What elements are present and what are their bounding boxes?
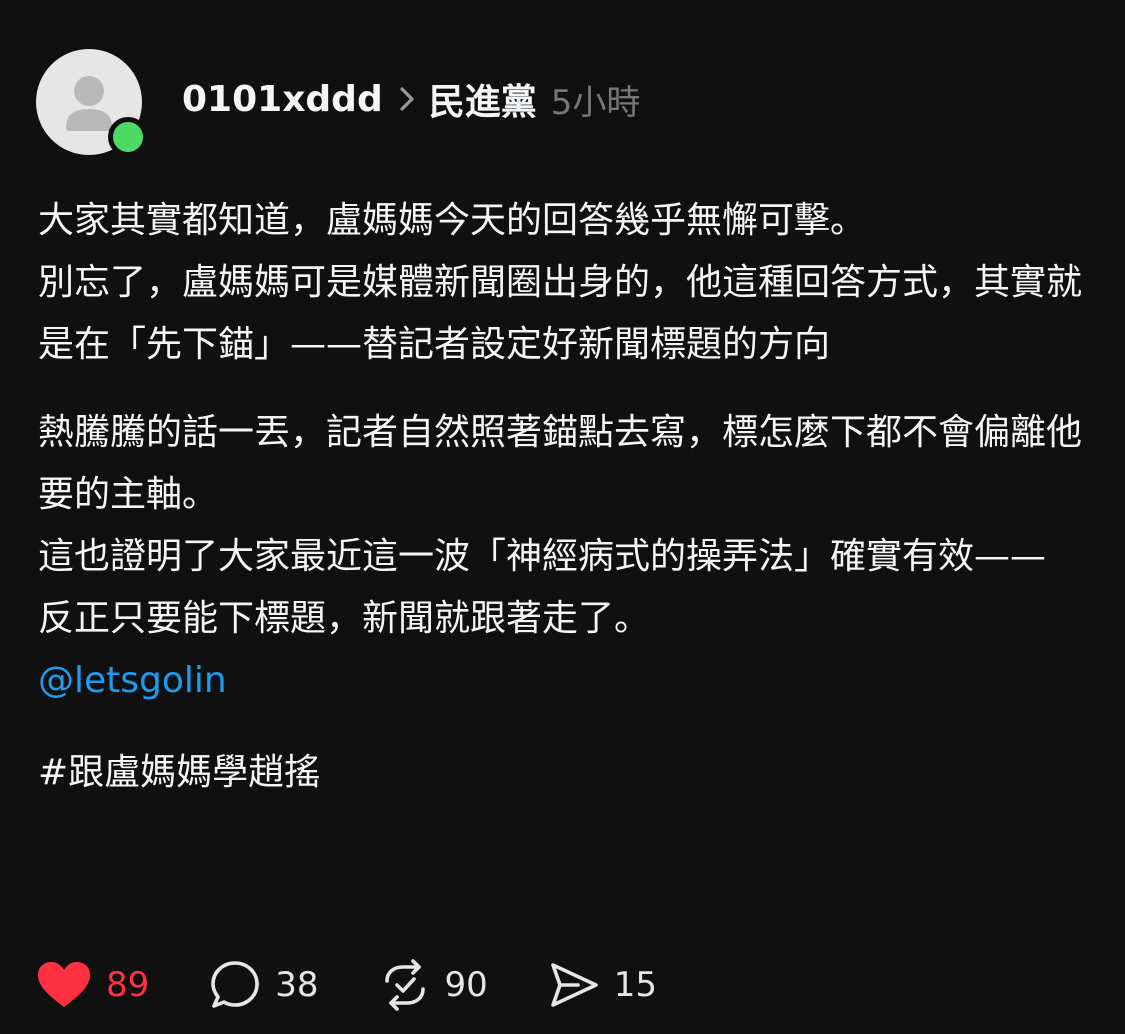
hashtag-link[interactable]: #跟盧媽媽學趙搖 bbox=[38, 742, 1098, 804]
post-paragraph: 別忘了，盧媽媽可是媒體新聞圈出身的，他這種回答方式，其實就是在「先下錨」——替記… bbox=[38, 262, 1083, 365]
post-paragraph: 反正只要能下標題，新聞就跟著走了。 bbox=[38, 598, 651, 639]
repost-button[interactable]: 90 bbox=[379, 959, 488, 1011]
share-count: 15 bbox=[613, 965, 658, 1005]
like-count: 89 bbox=[106, 965, 150, 1005]
share-send-icon bbox=[550, 963, 598, 1007]
mention-link[interactable]: @letsgolin bbox=[38, 650, 1098, 712]
comment-count: 38 bbox=[275, 965, 319, 1005]
post-meta: 0101xddd 民進黨 5小時 bbox=[182, 73, 640, 125]
post-paragraph: 大家其實都知道，盧媽媽今天的回答幾乎無懈可擊。 bbox=[38, 200, 867, 241]
share-button[interactable]: 15 bbox=[548, 959, 657, 1011]
community-name[interactable]: 民進黨 bbox=[429, 73, 537, 125]
comment-bubble-icon bbox=[211, 961, 260, 1008]
post-paragraph: 熱騰騰的話一丟，記者自然照著錨點去寫，標怎麼下都不會偏離他要的主軸。 bbox=[38, 412, 1083, 515]
post-actions: 89 38 90 15 bbox=[36, 955, 717, 1015]
post-paragraph: 這也證明了大家最近這一波「神經病式的操弄法」確實有效—— bbox=[38, 536, 1047, 577]
repost-count: 90 bbox=[444, 965, 488, 1005]
post-body: 大家其實都知道，盧媽媽今天的回答幾乎無懈可擊。 別忘了，盧媽媽可是媒體新聞圈出身… bbox=[38, 190, 1098, 804]
chevron-right-icon bbox=[399, 86, 415, 112]
avatar[interactable] bbox=[36, 49, 148, 157]
post-timestamp: 5小時 bbox=[550, 82, 641, 123]
username[interactable]: 0101xddd bbox=[182, 79, 383, 120]
heart-icon bbox=[38, 962, 90, 1007]
comment-button[interactable]: 38 bbox=[209, 959, 319, 1011]
repost-icon bbox=[384, 959, 425, 1011]
post-header: 0101xddd 民進黨 5小時 bbox=[36, 48, 640, 157]
online-status-dot bbox=[108, 117, 148, 157]
like-button[interactable]: 89 bbox=[36, 960, 149, 1010]
